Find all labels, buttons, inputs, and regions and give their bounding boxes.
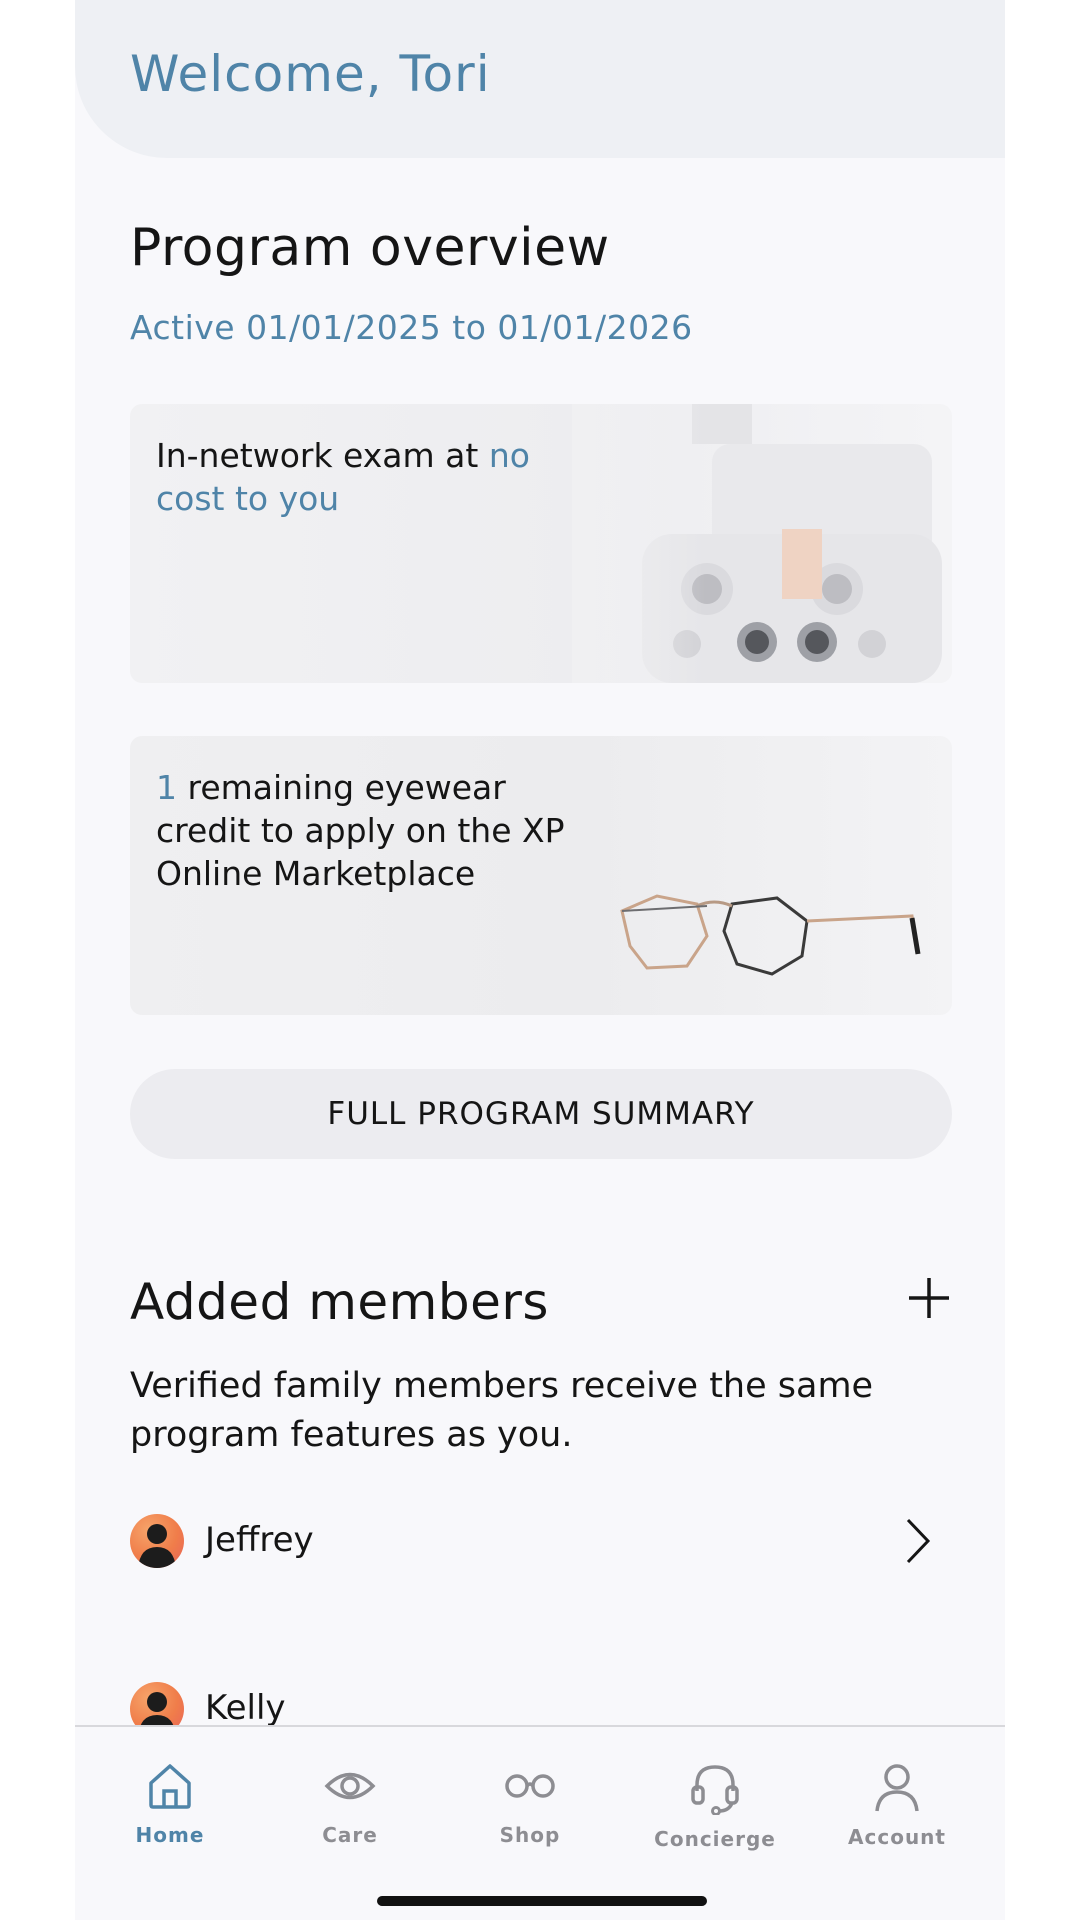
eyeglasses-image <box>620 894 921 976</box>
tab-shop-label: Shop <box>499 1823 561 1847</box>
program-active-dates: Active 01/01/2025 to 01/01/2026 <box>130 308 693 347</box>
member-name: Jeffrey <box>205 1520 314 1560</box>
eye-icon <box>324 1772 376 1800</box>
tab-concierge-label: Concierge <box>654 1827 776 1851</box>
tab-care[interactable]: Care <box>275 1761 425 1847</box>
tab-account-label: Account <box>848 1825 946 1849</box>
tab-home-label: Home <box>135 1823 205 1847</box>
tab-care-label: Care <box>322 1823 378 1847</box>
full-program-summary-button[interactable]: FULL PROGRAM SUMMARY <box>130 1069 952 1159</box>
welcome-title: Welcome, Tori <box>130 45 491 103</box>
headset-icon <box>691 1765 739 1815</box>
program-overview-title: Program overview <box>130 218 610 278</box>
bottom-tab-bar: Home Care Shop Concierge Account <box>75 1725 1005 1920</box>
member-row[interactable]: Jeffrey <box>130 1512 952 1572</box>
member-name: Kelly <box>205 1688 286 1728</box>
glasses-icon <box>505 1774 555 1798</box>
phoropter-image <box>572 404 952 683</box>
exam-benefit-card[interactable]: In-network exam at no cost to you <box>130 404 952 683</box>
add-member-icon[interactable] <box>905 1274 953 1322</box>
credit-count: 1 <box>156 768 177 807</box>
tab-home[interactable]: Home <box>95 1761 245 1847</box>
tab-shop[interactable]: Shop <box>455 1761 605 1847</box>
avatar <box>130 1514 184 1568</box>
members-description: Verified family members receive the same… <box>130 1366 874 1455</box>
chevron-right-icon <box>906 1518 931 1564</box>
exam-card-text: In-network exam at no cost to you <box>156 436 530 518</box>
credit-card-text: 1 remaining eyewear credit to apply on t… <box>156 768 565 893</box>
tab-account[interactable]: Account <box>822 1761 972 1849</box>
home-icon <box>149 1764 191 1809</box>
home-indicator <box>377 1896 707 1906</box>
eyewear-credit-card[interactable]: 1 remaining eyewear credit to apply on t… <box>130 736 952 1015</box>
person-icon <box>875 1764 919 1812</box>
welcome-header: Welcome, Tori <box>75 0 1005 158</box>
added-members-title: Added members <box>130 1273 549 1331</box>
app-screen: Welcome, Tori Program overview Active 01… <box>75 0 1005 1920</box>
tab-concierge[interactable]: Concierge <box>640 1761 790 1851</box>
